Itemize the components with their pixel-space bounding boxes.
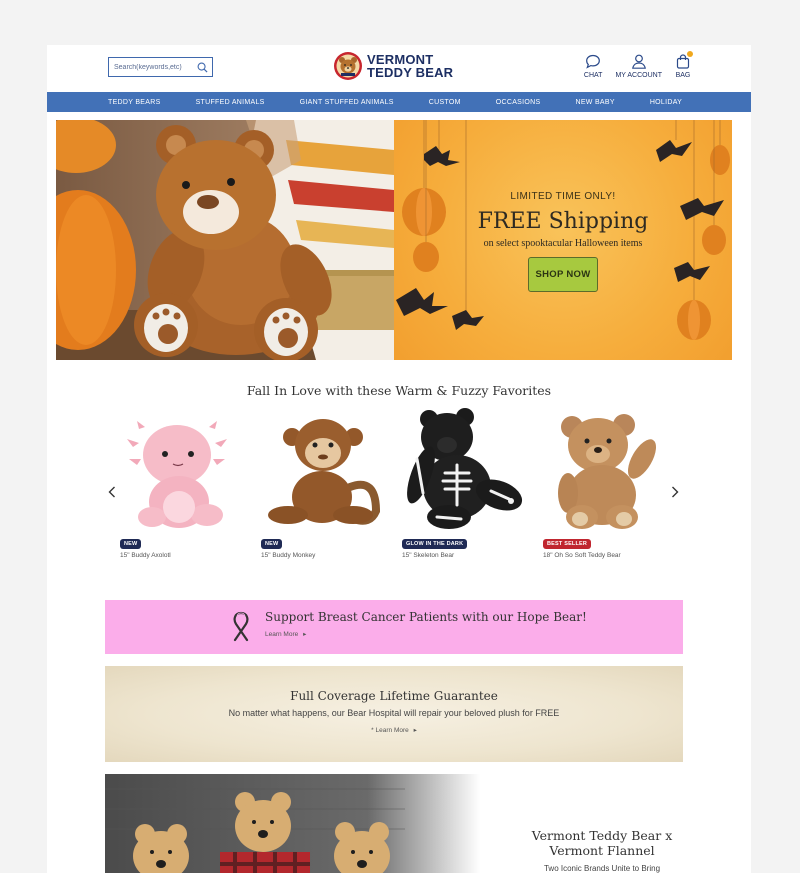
caret-right-icon: ▸ [413, 727, 417, 734]
guarantee-title: Full Coverage Lifetime Guarantee [290, 689, 498, 703]
flannel-title-line1: Vermont Teddy Bear x [531, 828, 673, 843]
shop-now-button[interactable]: SHOP NOW [528, 257, 598, 292]
header-actions: CHAT MY ACCOUNT 0 BAG [583, 51, 693, 79]
nav-new-baby[interactable]: NEW BABY [575, 99, 614, 106]
account-label: MY ACCOUNT [615, 72, 662, 79]
hope-bear-title: Support Breast Cancer Patients with our … [265, 610, 587, 624]
bag-button[interactable]: 0 BAG [675, 51, 693, 79]
user-icon [631, 54, 646, 69]
favorites-title: Fall In Love with these Warm & Fuzzy Fav… [246, 383, 552, 398]
promo-headline: FREE Shipping [477, 209, 649, 234]
chat-button[interactable]: CHAT [583, 54, 603, 79]
product-card[interactable]: NEW 15" Buddy Monkey [258, 407, 388, 559]
product-badge: GLOW IN THE DARK [402, 539, 468, 549]
product-card[interactable]: GLOW IN THE DARK 15" Skeleton Bear [399, 407, 529, 559]
hero-bear-photo [56, 120, 394, 360]
nav-holiday[interactable]: HOLIDAY [650, 99, 682, 106]
logo-line2: TEDDY BEAR [367, 65, 454, 80]
guarantee-learn-more-label: * Learn More [371, 727, 409, 734]
product-name[interactable]: 18" Oh So Soft Teddy Bear [543, 552, 670, 559]
nav-teddy-bears[interactable]: TEDDY BEARS [108, 99, 161, 106]
product-name[interactable]: 15" Skeleton Bear [402, 552, 529, 559]
search-box[interactable] [108, 57, 213, 77]
product-badge: NEW [120, 539, 142, 549]
site-logo[interactable]: VERMONT TEDDY BEAR [333, 51, 453, 81]
monkey-plush-image[interactable] [258, 407, 388, 532]
hero-banner[interactable]: LIMITED TIME ONLY! FREE Shipping on sele… [56, 120, 732, 360]
axolotl-plush-image[interactable] [117, 407, 247, 532]
nav-occasions[interactable]: OCCASIONS [496, 99, 541, 106]
teddy-bear-image[interactable] [540, 407, 670, 532]
logo-wordmark: VERMONT TEDDY BEAR [367, 53, 453, 79]
search-icon[interactable] [193, 58, 211, 76]
nav-stuffed-animals[interactable]: STUFFED ANIMALS [196, 99, 265, 106]
chat-label: CHAT [583, 72, 603, 79]
bear-seal-icon [334, 52, 362, 80]
chevron-left-icon [108, 486, 115, 498]
halloween-promo: LIMITED TIME ONLY! FREE Shipping on sele… [394, 120, 732, 360]
caret-right-icon: ▸ [303, 631, 307, 638]
product-badge: NEW [261, 539, 283, 549]
flannel-title: Vermont Teddy Bear x Vermont Flannel [517, 828, 687, 858]
product-name[interactable]: 15" Buddy Monkey [261, 552, 388, 559]
hope-learn-more-label: Learn More [265, 631, 299, 638]
chevron-right-icon [672, 486, 679, 498]
bag-label: BAG [675, 72, 691, 79]
guarantee-text: No matter what happens, our Bear Hospita… [228, 708, 560, 718]
carousel-next-button[interactable] [668, 485, 682, 499]
lifetime-guarantee-banner[interactable]: Full Coverage Lifetime Guarantee No matt… [105, 666, 683, 762]
guarantee-learn-more-link[interactable]: * Learn More ▸ [105, 726, 683, 734]
chat-bubble-icon [586, 54, 601, 69]
flannel-title-line2: Vermont Flannel [549, 843, 655, 858]
search-input[interactable] [109, 58, 193, 76]
hope-learn-more-link[interactable]: Learn More ▸ [265, 630, 306, 638]
product-card[interactable]: NEW 15" Buddy Axolotl [117, 407, 247, 559]
nav-custom[interactable]: CUSTOM [429, 99, 461, 106]
product-card[interactable]: BEST SELLER 18" Oh So Soft Teddy Bear [540, 407, 670, 559]
site-header: VERMONT TEDDY BEAR CHAT MY ACCOUNT 0 BAG [47, 45, 751, 93]
bag-count-badge: 0 [687, 51, 693, 57]
hope-bear-banner[interactable]: Support Breast Cancer Patients with our … [105, 600, 683, 654]
awareness-ribbon-icon [233, 611, 249, 642]
main-nav: TEDDY BEARS STUFFED ANIMALS GIANT STUFFE… [47, 92, 751, 112]
promo-subtext: on select spooktacular Halloween items [483, 238, 643, 249]
nav-giant-stuffed-animals[interactable]: GIANT STUFFED ANIMALS [300, 99, 394, 106]
skeleton-bear-image[interactable] [399, 407, 529, 532]
product-badge: BEST SELLER [543, 539, 592, 549]
product-name[interactable]: 15" Buddy Axolotl [120, 552, 247, 559]
promo-limited-text: LIMITED TIME ONLY! [510, 191, 616, 202]
page-frame: VERMONT TEDDY BEAR CHAT MY ACCOUNT 0 BAG… [47, 45, 751, 873]
my-account-button[interactable]: MY ACCOUNT [615, 54, 662, 79]
flannel-bears-photo[interactable] [105, 774, 480, 873]
flannel-subtitle: Two Iconic Brands Unite to Bring [543, 864, 661, 873]
